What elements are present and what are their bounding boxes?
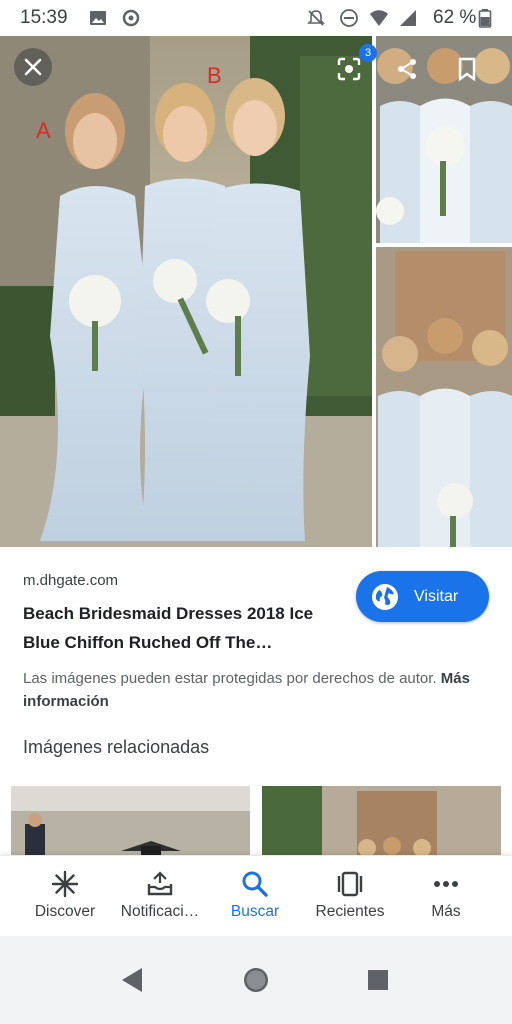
hero-image[interactable]: A B 3	[0, 36, 512, 547]
bridesmaids-photo	[0, 36, 512, 547]
nav-notifications[interactable]: Notificaci…	[110, 856, 210, 936]
search-icon	[242, 871, 268, 897]
discover-icon	[51, 870, 79, 898]
gallery-icon	[90, 11, 106, 25]
source-domain[interactable]: m.dhgate.com	[23, 572, 118, 589]
close-icon	[24, 58, 42, 76]
notifications-icon	[147, 871, 173, 896]
nav-search[interactable]: Buscar	[205, 856, 305, 936]
annotation-a: A	[36, 118, 51, 143]
copyright-text: Las imágenes pueden estar protegidas por…	[23, 670, 437, 687]
globe-icon	[372, 583, 398, 610]
system-navigation-bar	[0, 936, 512, 1024]
related-images-heading: Imágenes relacionadas	[23, 737, 210, 757]
visit-label: Visitar	[414, 587, 459, 605]
status-bar: 15:39 62 %	[0, 0, 512, 36]
related-image-1-photo	[11, 786, 250, 856]
lens-icon	[337, 57, 361, 81]
share-button[interactable]	[388, 50, 426, 88]
nav-notifications-label: Notificaci…	[120, 903, 200, 920]
copyright-notice: Las imágenes pueden estar protegidas por…	[23, 667, 483, 713]
nav-recent[interactable]: Recientes	[300, 856, 400, 936]
visit-button[interactable]: Visitar	[356, 571, 489, 622]
share-icon	[398, 59, 416, 79]
wifi-icon	[370, 10, 388, 26]
close-button[interactable]	[14, 48, 52, 86]
nav-discover[interactable]: Discover	[15, 856, 115, 936]
mute-icon	[307, 10, 325, 26]
nav-more[interactable]: Más	[396, 856, 496, 936]
result-title[interactable]: Beach Bridesmaid Dresses 2018 Ice Blue C…	[23, 599, 348, 657]
signal-icon	[400, 10, 416, 26]
recent-icon	[337, 871, 363, 897]
related-image-2[interactable]	[262, 786, 501, 856]
back-icon[interactable]	[116, 964, 148, 996]
related-image-1[interactable]	[11, 786, 250, 856]
nav-more-label: Más	[431, 903, 461, 920]
annotation-b: B	[207, 63, 222, 88]
bookmark-icon	[458, 57, 476, 81]
nav-search-label: Buscar	[230, 903, 280, 920]
lens-badge: 3	[359, 44, 377, 62]
more-icon	[434, 881, 458, 887]
battery-percent: 62 %	[433, 7, 477, 28]
overview-icon[interactable]	[362, 964, 394, 996]
dnd-icon	[340, 9, 358, 27]
related-image-2-photo	[262, 786, 501, 856]
nav-recent-label: Recientes	[315, 903, 385, 920]
status-time: 15:39	[20, 7, 68, 28]
bottom-navigation: Discover Notificaci… Buscar Recientes Má…	[0, 855, 512, 935]
home-icon[interactable]	[240, 964, 272, 996]
battery-icon	[478, 9, 492, 28]
save-button[interactable]	[448, 50, 486, 88]
nav-discover-label: Discover	[34, 903, 96, 920]
assistant-icon	[122, 9, 140, 27]
